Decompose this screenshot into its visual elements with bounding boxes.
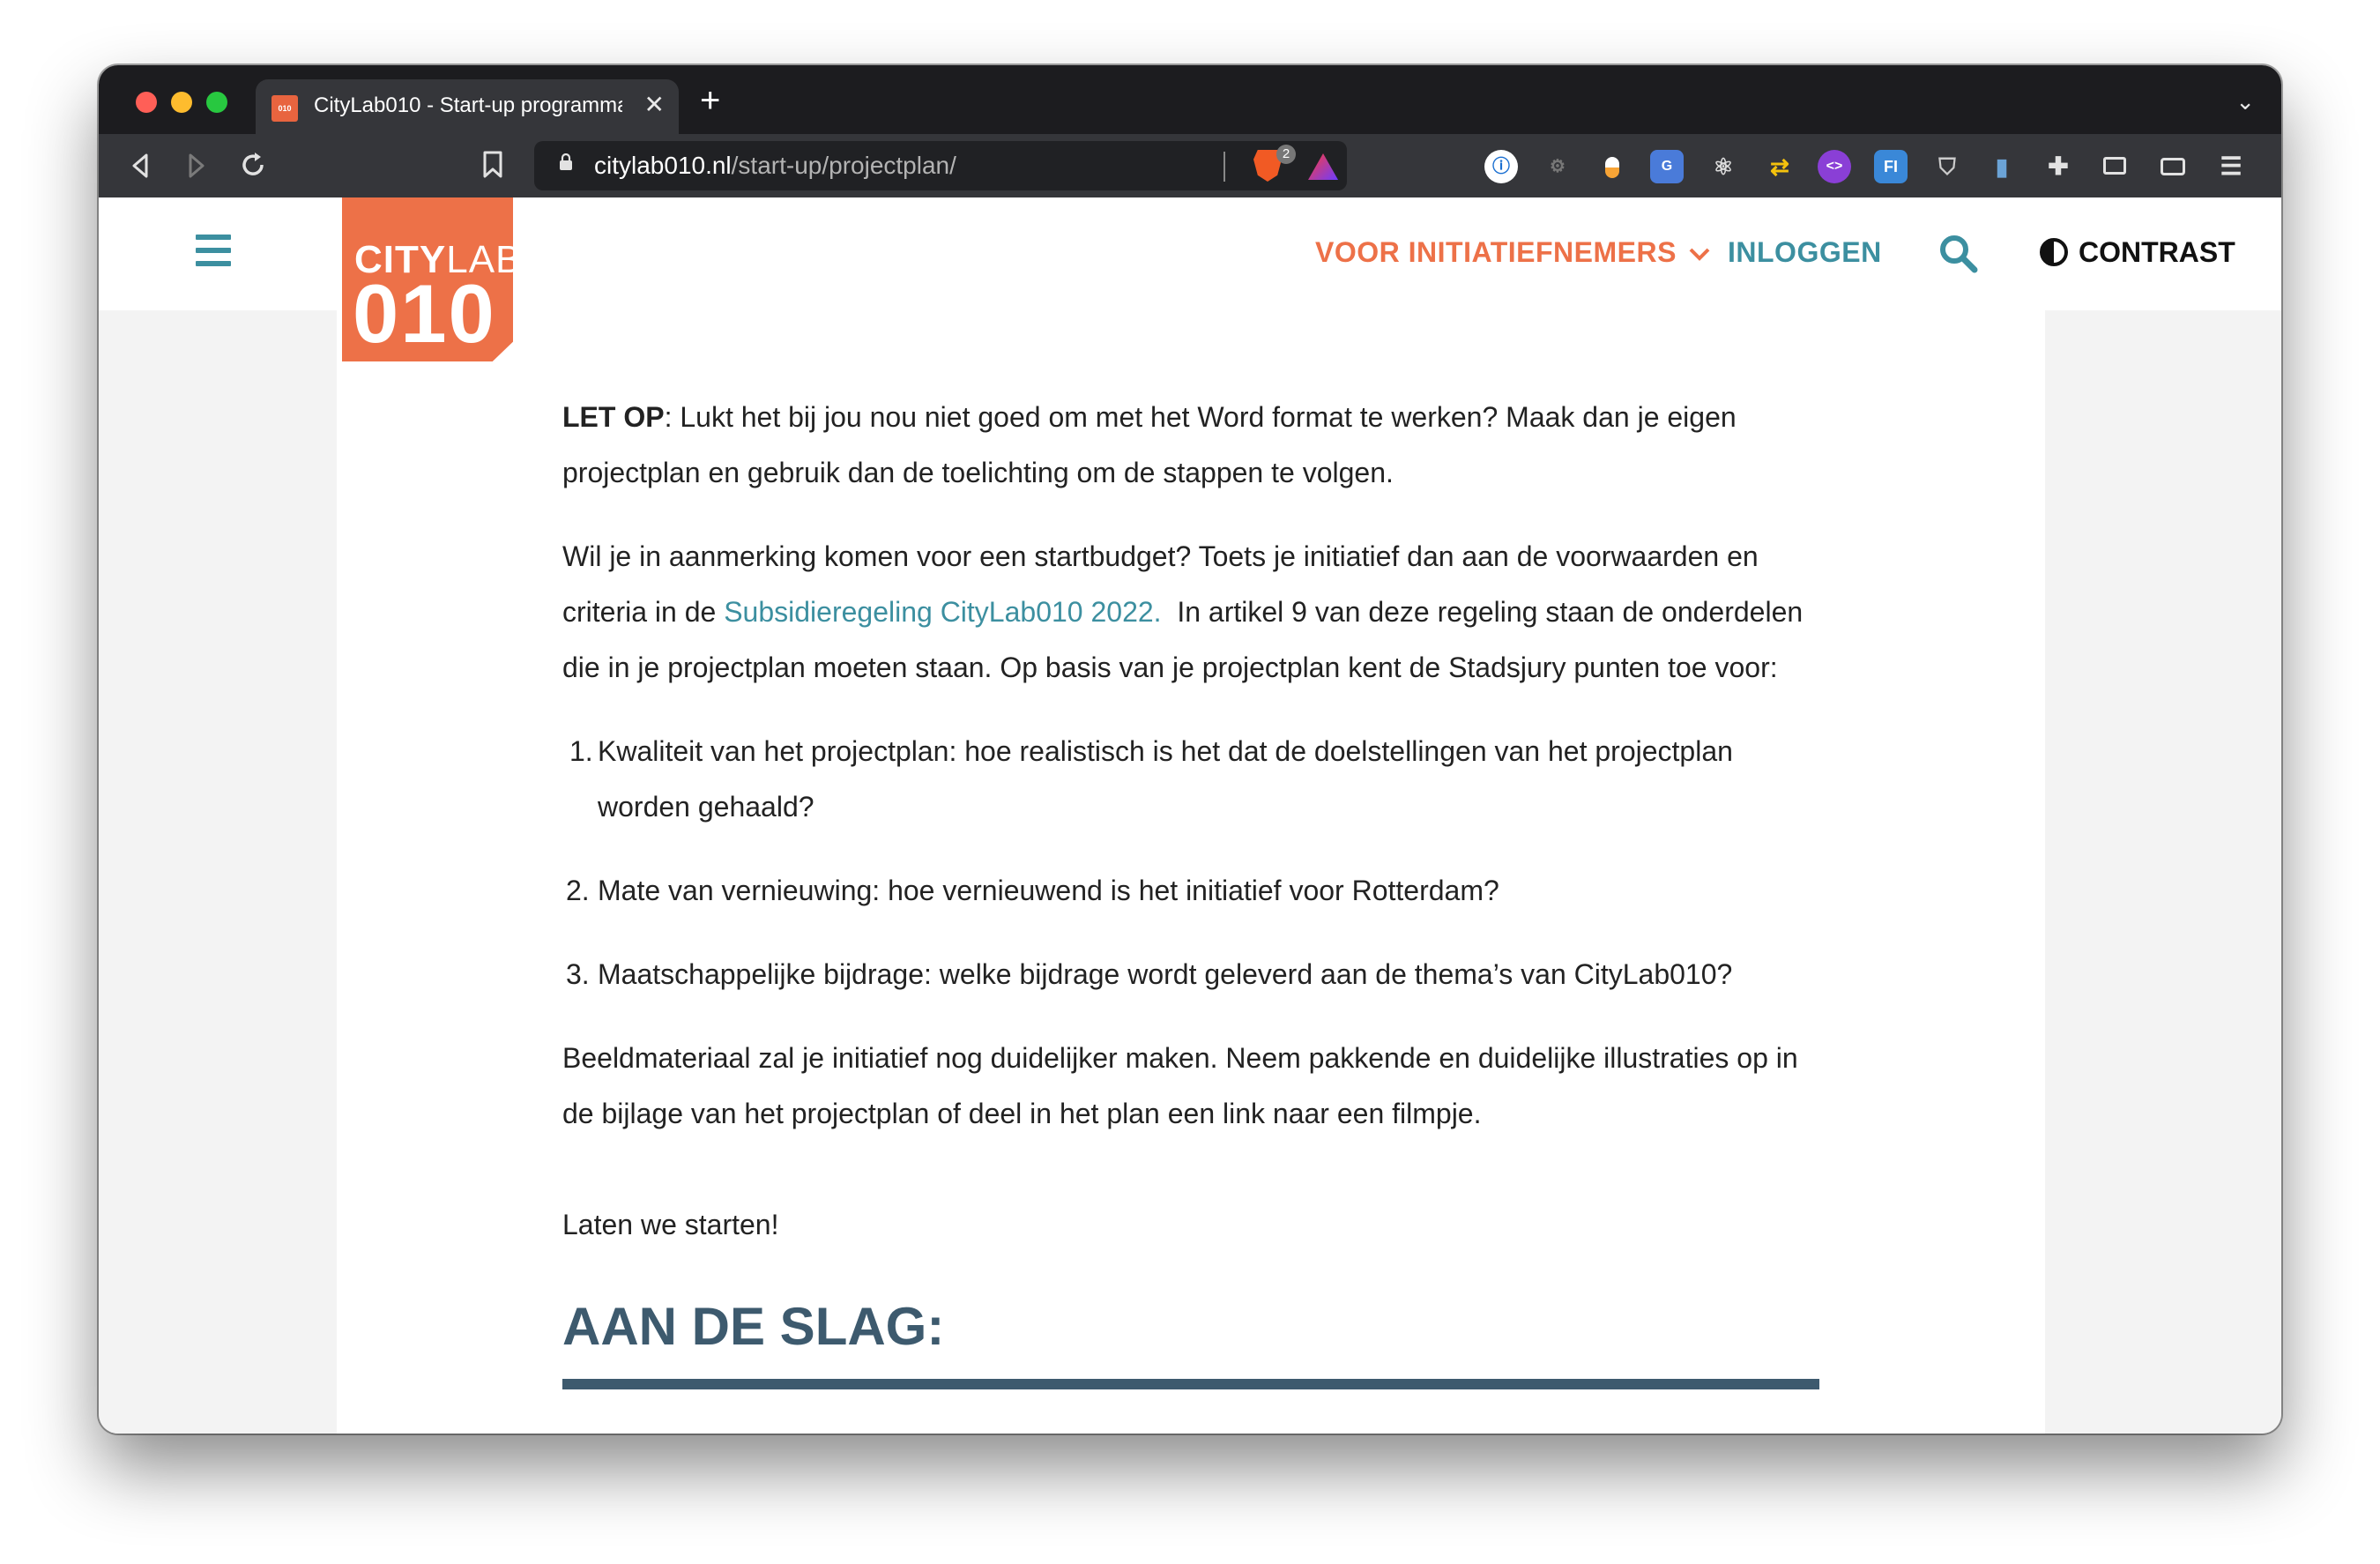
citylab010-logo[interactable]: CITYLAB 010 [342, 197, 513, 361]
tab-title: CityLab010 - Start-up programma [314, 93, 622, 117]
list-number: 1. [569, 735, 593, 767]
tab-strip: 010 CityLab010 - Start-up programma ✕ + … [99, 65, 2281, 134]
dev-icon[interactable]: <> [1818, 150, 1851, 183]
subsidieregeling-link[interactable]: Subsidieregeling CityLab010 2022. [724, 596, 1161, 628]
brave-shield-badge: 2 [1276, 145, 1296, 164]
heading-divider [562, 1379, 1819, 1389]
aan-de-slag-heading: AAN DE SLAG: [562, 1297, 945, 1356]
close-window-button[interactable] [136, 92, 157, 113]
contrast-toggle[interactable]: CONTRAST [2040, 236, 2235, 269]
logo-number: 010 [353, 267, 496, 360]
contrast-label: CONTRAST [2079, 236, 2235, 268]
react-icon[interactable]: ⚛ [1707, 150, 1740, 183]
url-path: /start-up/projectplan/ [731, 152, 956, 179]
nav-voor-initiatiefnemers-label: VOOR INITIATIEFNEMERS [1315, 236, 1677, 268]
nav-inloggen[interactable]: INLOGGEN [1728, 236, 1882, 269]
1password-icon[interactable]: ⓘ [1484, 150, 1518, 183]
puzzle-icon[interactable]: ✚ [2042, 150, 2075, 183]
maximize-window-button[interactable] [206, 92, 227, 113]
search-icon[interactable] [1937, 233, 1978, 273]
list-item-text: Mate van vernieuwing: hoe vernieuwend is… [598, 875, 1499, 906]
close-tab-icon[interactable]: ✕ [644, 90, 665, 120]
browser-window: 010 CityLab010 - Start-up programma ✕ + … [99, 65, 2281, 1434]
cast-icon[interactable] [2098, 150, 2131, 183]
minimize-window-button[interactable] [171, 92, 192, 113]
criteria-paragraph: Wil je in aanmerking komen voor een star… [562, 529, 1832, 696]
browser-tab[interactable]: 010 CityLab010 - Start-up programma ✕ [256, 79, 679, 134]
omnibox-divider [1223, 152, 1225, 182]
settings-gear-icon[interactable]: ⚙ [1541, 150, 1574, 183]
tab-search-chevron-icon[interactable]: ⌄ [2235, 88, 2255, 115]
beeldmateriaal-paragraph: Beeldmateriaal zal je initiatief nog dui… [562, 1042, 1798, 1129]
shield-icon[interactable]: ⛉ [1930, 150, 1964, 183]
url-text: citylab010.nl/start-up/projectplan/ [594, 152, 956, 180]
let-op-text: : Lukt het bij jou nou niet goed om met … [562, 401, 1737, 488]
laten-we-starten-text: Laten we starten! [562, 1209, 779, 1240]
chevron-down-icon [1689, 248, 1710, 261]
pill-icon[interactable] [1595, 150, 1629, 183]
fi-icon[interactable]: FI [1874, 150, 1908, 183]
contrast-icon [2040, 238, 2068, 266]
let-op-paragraph: LET OP: Lukt het bij jou nou niet goed o… [562, 390, 1832, 501]
browser-toolbar: citylab010.nl/start-up/projectplan/ 2 ⓘ … [99, 134, 2281, 197]
forward-icon[interactable] [185, 152, 208, 180]
favicon-icon: 010 [271, 95, 298, 122]
stats-icon[interactable]: ▮ [1985, 150, 2019, 183]
list-number: 3. [566, 958, 590, 990]
new-tab-button[interactable]: + [700, 83, 720, 118]
nav-voor-initiatiefnemers[interactable]: VOOR INITIATIEFNEMERS [1315, 236, 1711, 269]
translate-icon[interactable]: G [1650, 150, 1684, 183]
back-icon[interactable] [129, 152, 152, 180]
brave-rewards-icon[interactable] [1308, 153, 1338, 180]
list-item-text: Kwaliteit van het projectplan: hoe reali… [598, 735, 1733, 823]
hamburger-menu-icon[interactable] [196, 235, 231, 274]
list-item-3: 3. Maatschappelijke bijdrage: welke bijd… [562, 947, 1832, 1002]
wallet-icon[interactable] [2156, 150, 2190, 183]
web-page: VOOR INITIATIEFNEMERS INLOGGEN CONTRAST … [99, 197, 2281, 1434]
reload-icon[interactable] [238, 150, 268, 180]
url-host: citylab010.nl [594, 152, 732, 179]
bookmark-icon[interactable] [481, 150, 504, 180]
address-bar[interactable]: citylab010.nl/start-up/projectplan/ 2 [534, 141, 1347, 190]
let-op-label: LET OP [562, 401, 665, 433]
list-item-text: Maatschappelijke bijdrage: welke bijdrag… [598, 958, 1733, 990]
refresh-icon[interactable]: ⇄ [1763, 150, 1796, 183]
list-item-2: 2. Mate van vernieuwing: hoe vernieuwend… [562, 863, 1832, 919]
menu-icon[interactable]: ☰ [2214, 150, 2248, 183]
lock-icon [560, 153, 572, 170]
list-item-1: 1. Kwaliteit van het projectplan: hoe re… [562, 724, 1832, 835]
list-number: 2. [566, 875, 590, 906]
